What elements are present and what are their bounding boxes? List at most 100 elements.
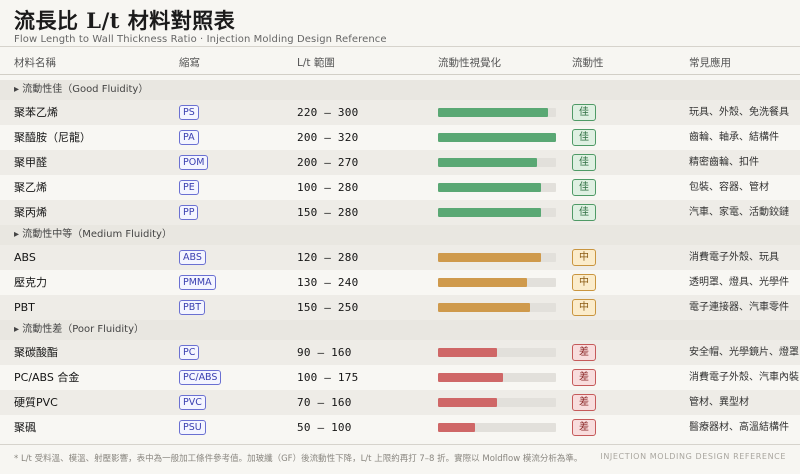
table-row: 壓克力 PMMA 130 — 240 中 透明罩、燈具、光學件 [0,270,800,295]
abbr-tag: POM [179,155,209,170]
fluidity-bar [438,278,556,287]
material-name: PBT [14,301,35,314]
table-row: 聚乙烯 PE 100 — 280 佳 包裝、容器、管材 [0,175,800,200]
fluidity-badge: 佳 [572,204,596,221]
fluidity-bar-fill [438,108,548,117]
table-row: 聚碸 PSU 50 — 100 差 醫療器材、高溫結構件 [0,415,800,440]
header-divider [0,46,800,47]
lt-range: 50 — 100 [297,421,352,434]
fluidity-bar [438,158,556,167]
footnote: * L/t 受料溫、模溫、射壓影響，表中為一般加工條件參考值。加玻纖（GF）後流… [14,454,583,464]
group-header-medium: ▸ 流動性中等（Medium Fluidity） [0,225,800,245]
abbr-tag: PMMA [179,275,216,290]
page-subtitle: Flow Length to Wall Thickness Ratio · In… [14,34,387,45]
applications: 汽車、家電、活動鉸鏈 [689,207,789,218]
applications: 消費電子外殼、汽車內裝 [689,372,799,383]
table-row: PC/ABS 合金 PC/ABS 100 — 175 差 消費電子外殼、汽車內裝 [0,365,800,390]
fluidity-bar-fill [438,253,541,262]
lt-range: 150 — 250 [297,301,359,314]
fluidity-bar-fill [438,348,497,357]
material-name: PC/ABS 合金 [14,371,80,384]
fluidity-bar [438,398,556,407]
fluidity-badge: 差 [572,419,596,436]
abbr-tag: PA [179,130,199,145]
footer-tag: INJECTION MOLDING DESIGN REFERENCE [600,452,786,461]
fluidity-badge: 中 [572,249,596,266]
fluidity-badge: 差 [572,344,596,361]
page-title: 流長比 L/t 材料對照表 [14,8,236,33]
fluidity-bar-fill [438,373,503,382]
material-name: 聚碳酸酯 [14,346,58,359]
lt-range: 70 — 160 [297,396,352,409]
table-row: ABS ABS 120 — 280 中 消費電子外殼、玩具 [0,245,800,270]
fluidity-bar-fill [438,278,527,287]
applications: 電子連接器、汽車零件 [689,302,789,313]
material-name: 硬質PVC [14,396,58,409]
applications: 醫療器材、高溫結構件 [689,422,789,433]
applications: 安全帽、光學鏡片、燈罩 [689,347,799,358]
lt-range: 220 — 300 [297,106,359,119]
lt-range: 90 — 160 [297,346,352,359]
fluidity-bar-fill [438,158,538,167]
applications: 管材、異型材 [689,397,749,408]
abbr-tag: PVC [179,395,206,410]
fluidity-bar-fill [438,208,541,217]
fluidity-bar [438,423,556,432]
fluidity-bar-fill [438,133,556,142]
abbr-tag: ABS [179,250,206,265]
column-header-visual: 流動性視覺化 [438,57,501,69]
footer-divider [0,444,800,445]
fluidity-bar-fill [438,303,531,312]
column-header-fluidity: 流動性 [572,57,604,69]
fluidity-bar-fill [438,398,497,407]
fluidity-bar [438,183,556,192]
fluidity-badge: 中 [572,274,596,291]
lt-range: 200 — 270 [297,156,359,169]
column-header-abbr: 縮寫 [179,57,200,69]
lt-range: 100 — 175 [297,371,359,384]
material-name: 聚乙烯 [14,181,47,194]
abbr-tag: PC [179,345,200,360]
fluidity-bar-fill [438,423,475,432]
applications: 包裝、容器、管材 [689,182,769,193]
lt-range: 120 — 280 [297,251,359,264]
lt-range: 100 — 280 [297,181,359,194]
fluidity-bar [438,108,556,117]
fluidity-badge: 差 [572,394,596,411]
fluidity-bar [438,133,556,142]
table-row: PBT PBT 150 — 250 中 電子連接器、汽車零件 [0,295,800,320]
fluidity-bar [438,208,556,217]
table-row: 聚甲醛 POM 200 — 270 佳 精密齒輪、扣件 [0,150,800,175]
fluidity-badge: 中 [572,299,596,316]
lt-range: 150 — 280 [297,206,359,219]
abbr-tag: PE [179,180,199,195]
lt-range: 130 — 240 [297,276,359,289]
material-name: 壓克力 [14,276,47,289]
applications: 玩具、外殼、免洗餐具 [689,107,789,118]
material-name: 聚醯胺（尼龍） [14,131,91,144]
applications: 齒輪、軸承、結構件 [689,132,779,143]
abbr-tag: PS [179,105,199,120]
column-header-range: L/t 範圍 [297,57,335,69]
fluidity-bar [438,348,556,357]
material-name: 聚苯乙烯 [14,106,58,119]
table-row: 聚丙烯 PP 150 — 280 佳 汽車、家電、活動鉸鏈 [0,200,800,225]
fluidity-badge: 佳 [572,179,596,196]
applications: 精密齒輪、扣件 [689,157,759,168]
group-header-good: ▸ 流動性佳（Good Fluidity） [0,80,800,100]
fluidity-badge: 佳 [572,104,596,121]
column-header-material: 材料名稱 [14,57,56,69]
lt-range: 200 — 320 [297,131,359,144]
fluidity-bar [438,253,556,262]
abbr-tag: PBT [179,300,206,315]
fluidity-bar [438,303,556,312]
column-header-row: 材料名稱 縮寫 L/t 範圍 流動性視覺化 流動性 常見應用 [0,52,800,74]
table-row: 聚苯乙烯 PS 220 — 300 佳 玩具、外殼、免洗餐具 [0,100,800,125]
table-row: 聚醯胺（尼龍） PA 200 — 320 佳 齒輪、軸承、結構件 [0,125,800,150]
abbr-tag: PP [179,205,199,220]
applications: 消費電子外殼、玩具 [689,252,779,263]
column-header-divider [0,74,800,75]
table-row: 硬質PVC PVC 70 — 160 差 管材、異型材 [0,390,800,415]
fluidity-badge: 佳 [572,129,596,146]
material-name: 聚甲醛 [14,156,47,169]
